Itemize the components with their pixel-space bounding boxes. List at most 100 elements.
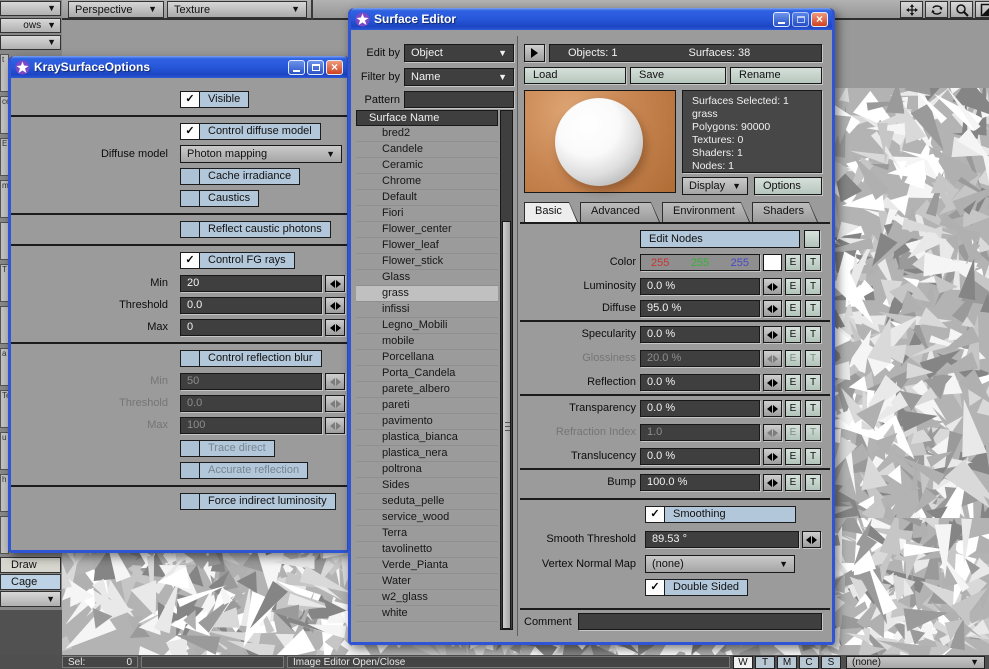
edit-nodes-button[interactable]: Edit Nodes bbox=[640, 230, 800, 248]
fg-threshold-stepper[interactable] bbox=[325, 297, 345, 314]
list-item[interactable]: Chrome bbox=[356, 174, 498, 190]
specularity-texture-button[interactable]: T bbox=[805, 326, 821, 343]
list-item[interactable]: Candele bbox=[356, 142, 498, 158]
kray-titlebar[interactable]: KraySurfaceOptions × bbox=[11, 56, 347, 78]
options-button[interactable]: Options bbox=[754, 177, 822, 195]
list-item[interactable]: pavimento bbox=[356, 414, 498, 430]
map-dropdown[interactable]: (none) ▼ bbox=[846, 656, 985, 669]
mode-button-t[interactable]: T bbox=[755, 656, 775, 669]
tab-environment[interactable]: Environment bbox=[662, 202, 750, 222]
sidebar-cage-button[interactable]: Cage bbox=[0, 574, 61, 590]
list-item[interactable]: service_wood bbox=[356, 510, 498, 526]
specularity-stepper[interactable] bbox=[763, 326, 782, 343]
list-item[interactable]: Terra bbox=[356, 526, 498, 542]
zoom-view-button[interactable] bbox=[950, 1, 973, 18]
mode-button-s[interactable]: S bbox=[821, 656, 841, 669]
list-item[interactable]: pareti bbox=[356, 398, 498, 414]
list-item[interactable]: infissi bbox=[356, 302, 498, 318]
list-item[interactable]: Default bbox=[356, 190, 498, 206]
force-indirect-checkbox[interactable]: Force indirect luminosity bbox=[180, 493, 336, 510]
maximize-button[interactable] bbox=[307, 60, 324, 75]
control-reflection-blur-checkbox[interactable]: Control reflection blur bbox=[180, 350, 322, 367]
transparency-field[interactable]: 0.0 % bbox=[640, 400, 760, 417]
rotate-view-button[interactable] bbox=[925, 1, 948, 18]
translucency-texture-button[interactable]: T bbox=[805, 448, 821, 465]
list-item[interactable]: white bbox=[356, 606, 498, 622]
list-item[interactable]: Porta_Candela bbox=[356, 366, 498, 382]
list-item[interactable]: Flower_center bbox=[356, 222, 498, 238]
sidebar-dropdown-partial[interactable]: ▼ bbox=[0, 35, 61, 50]
load-button[interactable]: Load bbox=[524, 67, 626, 84]
sidebar-draw-button[interactable]: Draw bbox=[0, 557, 61, 573]
comment-input[interactable] bbox=[578, 613, 822, 630]
smoothing-checkbox[interactable]: ✓ Smoothing bbox=[645, 506, 796, 523]
close-button[interactable]: × bbox=[326, 60, 343, 75]
list-item[interactable]: tavolinetto bbox=[356, 542, 498, 558]
list-item[interactable]: plastica_nera bbox=[356, 446, 498, 462]
tab-advanced[interactable]: Advanced bbox=[580, 202, 660, 222]
maximize-viewport-button[interactable] bbox=[975, 1, 989, 18]
transparency-envelope-button[interactable]: E bbox=[785, 400, 801, 417]
minimize-button[interactable] bbox=[288, 60, 305, 75]
list-item[interactable]: parete_albero bbox=[356, 382, 498, 398]
list-item[interactable]: Legno_Mobili bbox=[356, 318, 498, 334]
diffuse-stepper[interactable] bbox=[763, 300, 782, 317]
minimize-button[interactable] bbox=[773, 12, 790, 27]
visible-checkbox[interactable]: ✓ Visible bbox=[180, 91, 249, 108]
bump-envelope-button[interactable]: E bbox=[785, 474, 801, 491]
translucency-stepper[interactable] bbox=[763, 448, 782, 465]
vertex-normal-map-dropdown[interactable]: (none) ▼ bbox=[645, 555, 795, 573]
reflect-caustic-checkbox[interactable]: Reflect caustic photons bbox=[180, 221, 331, 238]
bump-field[interactable]: 100.0 % bbox=[640, 474, 760, 491]
fg-min-field[interactable]: 20 bbox=[180, 275, 322, 292]
double-sided-checkbox[interactable]: ✓ Double Sided bbox=[645, 579, 748, 596]
view-mode-dropdown[interactable]: Perspective ▼ bbox=[68, 1, 164, 18]
control-diffuse-checkbox[interactable]: ✓ Control diffuse model bbox=[180, 123, 321, 140]
render-mode-dropdown[interactable]: Texture ▼ bbox=[167, 1, 307, 18]
reflection-envelope-button[interactable]: E bbox=[785, 374, 801, 391]
list-item[interactable]: Fiori bbox=[356, 206, 498, 222]
translucency-field[interactable]: 0.0 % bbox=[640, 448, 760, 465]
reflection-stepper[interactable] bbox=[763, 374, 782, 391]
fg-max-field[interactable]: 0 bbox=[180, 319, 322, 336]
list-item[interactable]: Porcellana bbox=[356, 350, 498, 366]
caustics-checkbox[interactable]: Caustics bbox=[180, 190, 259, 207]
color-rgb-field[interactable]: 255 255 255 bbox=[640, 254, 760, 271]
surface-preview[interactable] bbox=[524, 90, 676, 193]
smooth-threshold-stepper[interactable] bbox=[802, 531, 821, 548]
smooth-threshold-field[interactable]: 89.53 ° bbox=[645, 531, 799, 548]
save-button[interactable]: Save bbox=[630, 67, 726, 84]
tab-shaders[interactable]: Shaders bbox=[752, 202, 818, 222]
sidebar-dropdown-partial[interactable]: ows ▼ bbox=[0, 18, 61, 33]
mode-button-m[interactable]: M bbox=[777, 656, 797, 669]
edit-nodes-toggle[interactable] bbox=[804, 230, 820, 248]
list-item[interactable]: Glass bbox=[356, 270, 498, 286]
rename-button[interactable]: Rename bbox=[730, 67, 822, 84]
luminosity-envelope-button[interactable]: E bbox=[785, 278, 801, 295]
list-item[interactable]: Water bbox=[356, 574, 498, 590]
bump-stepper[interactable] bbox=[763, 474, 782, 491]
list-item[interactable]: Sides bbox=[356, 478, 498, 494]
translucency-envelope-button[interactable]: E bbox=[785, 448, 801, 465]
mode-button-w[interactable]: W bbox=[733, 656, 753, 669]
fg-max-stepper[interactable] bbox=[325, 319, 345, 336]
list-item[interactable]: plastica_bianca bbox=[356, 430, 498, 446]
list-item[interactable]: poltrona bbox=[356, 462, 498, 478]
list-item[interactable]: grass bbox=[356, 286, 498, 302]
specularity-field[interactable]: 0.0 % bbox=[640, 326, 760, 343]
list-item[interactable]: Flower_stick bbox=[356, 254, 498, 270]
specularity-envelope-button[interactable]: E bbox=[785, 326, 801, 343]
image-editor-shortcut[interactable]: Image Editor Open/Close bbox=[287, 656, 730, 668]
list-item[interactable]: mobile bbox=[356, 334, 498, 350]
luminosity-stepper[interactable] bbox=[763, 278, 782, 295]
pan-view-button[interactable] bbox=[900, 1, 923, 18]
transparency-stepper[interactable] bbox=[763, 400, 782, 417]
cache-irradiance-checkbox[interactable]: Cache irradiance bbox=[180, 168, 300, 185]
close-button[interactable]: × bbox=[811, 12, 828, 27]
color-envelope-button[interactable]: E bbox=[785, 254, 801, 271]
color-swatch[interactable] bbox=[763, 254, 782, 271]
transparency-texture-button[interactable]: T bbox=[805, 400, 821, 417]
list-item[interactable]: Ceramic bbox=[356, 158, 498, 174]
control-fg-checkbox[interactable]: ✓ Control FG rays bbox=[180, 252, 295, 269]
reflection-field[interactable]: 0.0 % bbox=[640, 374, 760, 391]
